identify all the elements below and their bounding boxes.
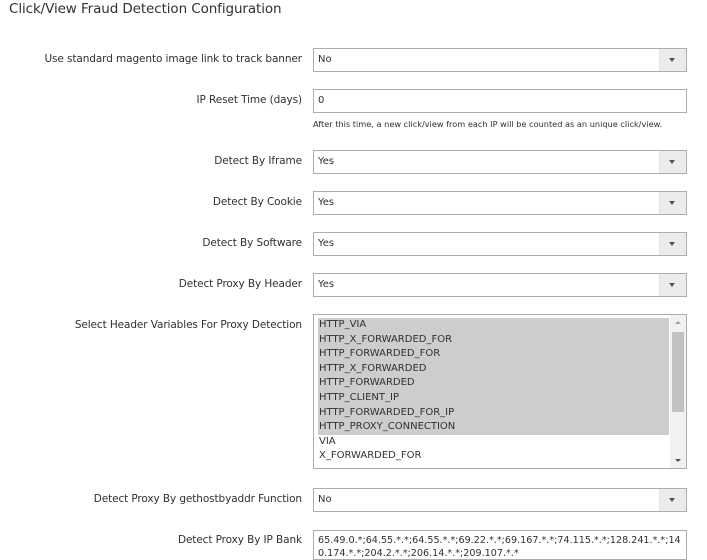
- chevron-down-icon: [659, 274, 686, 296]
- multiselect-option[interactable]: X_FORWARDED_FOR: [318, 449, 669, 464]
- multiselect-option[interactable]: VIA: [318, 435, 669, 450]
- chevron-down-icon: [659, 49, 686, 71]
- ip-reset-time-label: IP Reset Time (days): [196, 94, 303, 106]
- multiselect-option[interactable]: HTTP_X_FORWARDED: [318, 361, 669, 377]
- detect-gethostbyaddr-label: Detect Proxy By gethostbyaddr Function: [93, 493, 302, 505]
- select-value: Yes: [318, 279, 335, 290]
- ip-reset-time-note: After this time, a new click/view from e…: [313, 119, 663, 129]
- detect-software-select[interactable]: Yes: [313, 232, 687, 256]
- use-standard-link-select[interactable]: No: [313, 48, 687, 72]
- header-variables-label: Select Header Variables For Proxy Detect…: [74, 319, 302, 331]
- select-value: Yes: [318, 156, 335, 167]
- ip-reset-time-input[interactable]: 0: [313, 89, 687, 113]
- header-variables-multiselect[interactable]: HTTP_VIA HTTP_X_FORWARDED_FOR HTTP_FORWARD…: [313, 314, 687, 469]
- multiselect-option[interactable]: HTTP_CLIENT_IP: [318, 391, 669, 406]
- multiselect-option[interactable]: HTTP_FORWARDED: [318, 376, 669, 391]
- scroll-down-arrow-icon[interactable]: [675, 459, 681, 462]
- detect-ip-bank-label: Detect Proxy By IP Bank: [177, 534, 302, 546]
- multiselect-option[interactable]: HTTP_FORWARDED_FOR: [318, 347, 669, 362]
- multiselect-option[interactable]: HTTP_VIA: [318, 318, 669, 333]
- detect-iframe-select[interactable]: Yes: [313, 150, 687, 174]
- multiselect-option[interactable]: HTTP_FORWARDED_FOR_IP: [318, 405, 669, 421]
- detect-gethostbyaddr-select[interactable]: No: [313, 488, 687, 512]
- select-value: Yes: [318, 197, 335, 208]
- detect-cookie-select[interactable]: Yes: [313, 191, 687, 215]
- select-value: Yes: [318, 238, 335, 249]
- select-value: No: [318, 494, 332, 505]
- use-standard-link-label: Use standard magento image link to track…: [44, 53, 302, 65]
- select-value: No: [318, 54, 332, 65]
- multiselect-option[interactable]: HTTP_PROXY_CONNECTION: [318, 420, 669, 435]
- scrollbar[interactable]: [670, 315, 686, 468]
- section-title: Click/View Fraud Detection Configuration: [9, 1, 282, 17]
- multiselect-option[interactable]: HTTP_X_FORWARDED_FOR: [318, 332, 669, 348]
- chevron-down-icon: [659, 192, 686, 214]
- scrollbar-thumb[interactable]: [672, 332, 684, 412]
- detect-proxy-header-select[interactable]: Yes: [313, 273, 687, 297]
- detect-ip-bank-textarea[interactable]: 65.49.0.*;64.55.*.*;64.55.*.*;69.22.*.*;…: [313, 530, 687, 560]
- detect-cookie-label: Detect By Cookie: [212, 196, 302, 208]
- chevron-down-icon: [659, 151, 686, 173]
- detect-proxy-header-label: Detect Proxy By Header: [178, 278, 302, 290]
- chevron-down-icon: [659, 489, 686, 511]
- detect-software-label: Detect By Software: [202, 237, 302, 249]
- detect-iframe-label: Detect By Iframe: [214, 155, 302, 167]
- scroll-up-arrow-icon[interactable]: [675, 321, 681, 324]
- chevron-down-icon: [659, 233, 686, 255]
